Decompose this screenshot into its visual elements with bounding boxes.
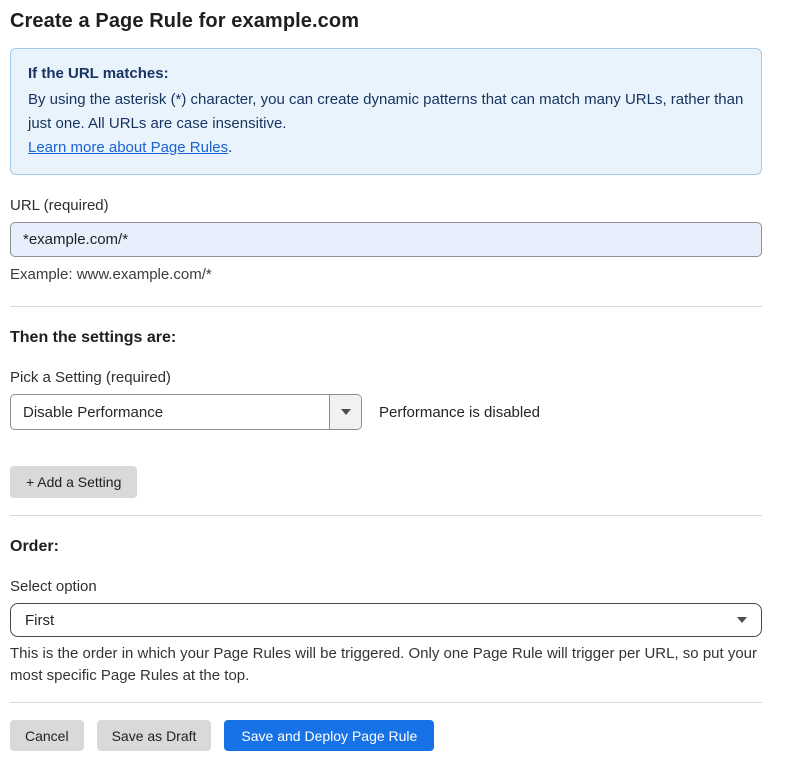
order-dropdown[interactable]: First [10, 603, 762, 637]
save-and-deploy-button[interactable]: Save and Deploy Page Rule [224, 720, 434, 751]
learn-more-link[interactable]: Learn more about Page Rules [28, 139, 228, 156]
order-dropdown-value: First [25, 612, 54, 629]
chevron-down-icon [341, 409, 351, 415]
add-setting-button[interactable]: + Add a Setting [10, 466, 137, 498]
divider [10, 515, 762, 516]
url-match-info-box: If the URL matches: By using the asteris… [10, 48, 762, 175]
pick-setting-label: Pick a Setting (required) [10, 369, 762, 386]
setting-picker-row: Disable Performance Performance is disab… [10, 394, 762, 430]
url-input[interactable] [10, 222, 762, 257]
setting-dropdown[interactable]: Disable Performance [10, 394, 362, 430]
page-rule-form: Create a Page Rule for example.com If th… [0, 0, 790, 765]
url-example-text: Example: www.example.com/* [10, 266, 762, 283]
order-help-text: This is the order in which your Page Rul… [10, 643, 762, 687]
save-as-draft-button[interactable]: Save as Draft [97, 720, 212, 751]
settings-section-heading: Then the settings are: [10, 329, 762, 347]
divider [10, 702, 762, 703]
url-field-label: URL (required) [10, 197, 762, 214]
setting-status-text: Performance is disabled [379, 404, 540, 421]
info-box-body-text: By using the asterisk (*) character, you… [28, 91, 743, 132]
setting-dropdown-arrow-button[interactable] [329, 395, 361, 429]
order-select-label: Select option [10, 578, 762, 595]
page-title: Create a Page Rule for example.com [10, 10, 762, 33]
divider [10, 306, 762, 307]
setting-dropdown-value: Disable Performance [11, 395, 329, 429]
order-section-heading: Order: [10, 538, 762, 556]
footer-button-row: Cancel Save as Draft Save and Deploy Pag… [10, 720, 762, 765]
link-suffix: . [228, 139, 232, 156]
cancel-button[interactable]: Cancel [10, 720, 84, 751]
info-box-body: By using the asterisk (*) character, you… [28, 88, 744, 160]
info-box-heading: If the URL matches: [28, 62, 744, 86]
chevron-down-icon [737, 617, 747, 623]
